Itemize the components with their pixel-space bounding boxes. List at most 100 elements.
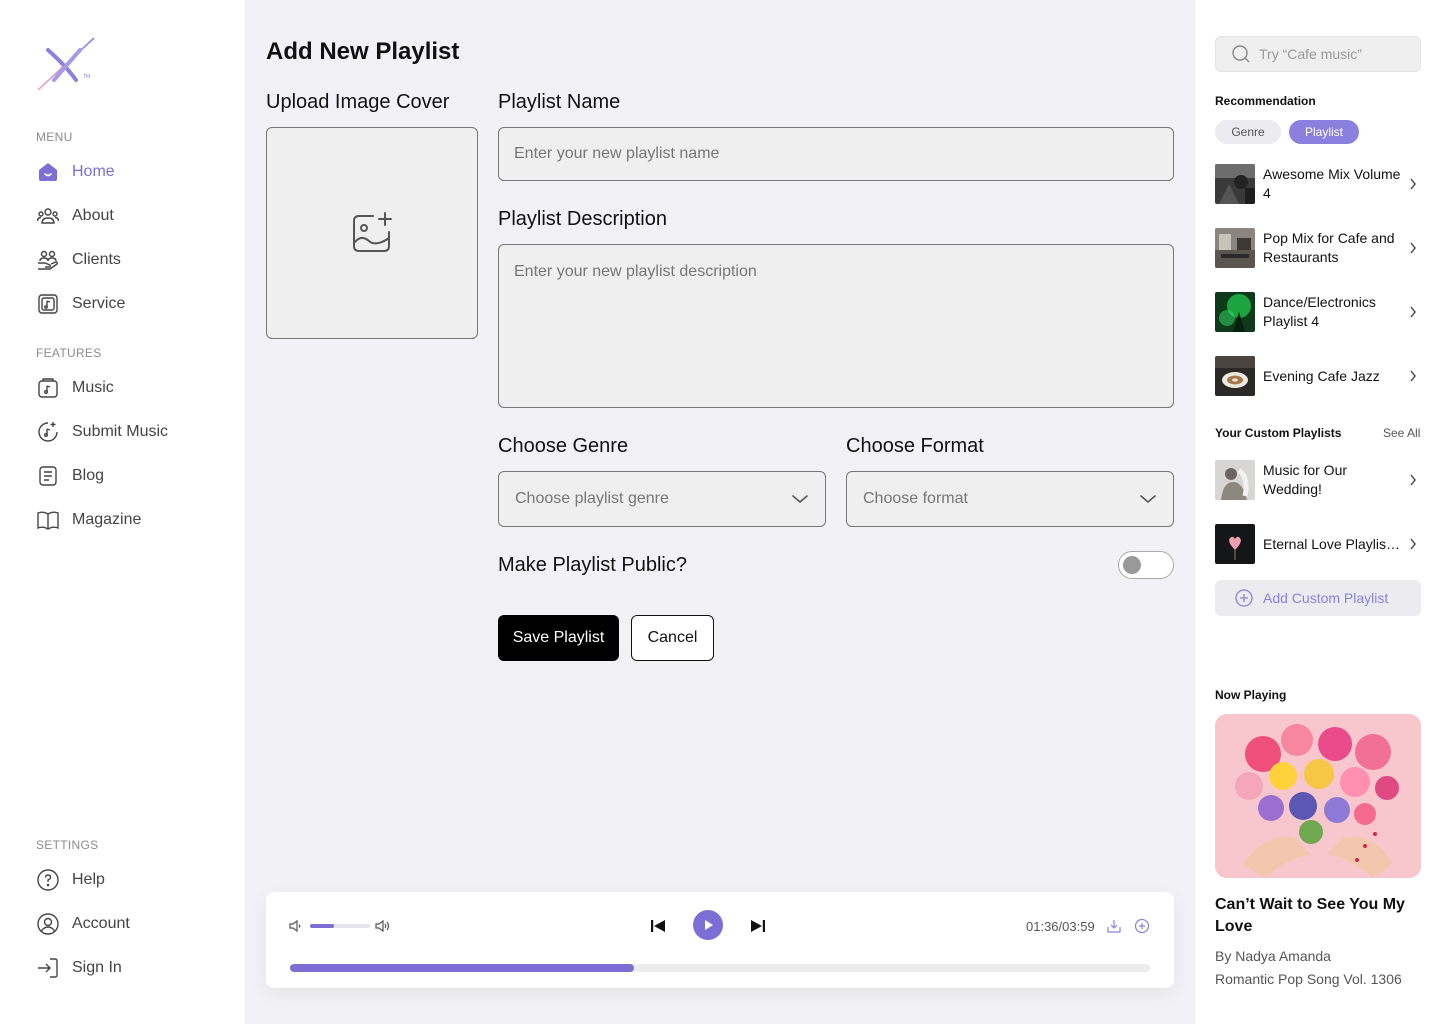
recommendation-title: Pop Mix for Cafe and Restaurants: [1263, 230, 1395, 265]
chevron-down-icon: [1140, 495, 1156, 504]
nav-item-account[interactable]: Account: [36, 912, 130, 936]
cancel-button[interactable]: Cancel: [631, 615, 714, 661]
now-playing-title: Can’t Wait to See You My Love: [1215, 896, 1405, 935]
toggle-knob: [1123, 556, 1141, 574]
nav-label: Service: [72, 295, 126, 312]
format-select[interactable]: Choose format: [846, 471, 1174, 527]
search-bar[interactable]: [1215, 36, 1421, 72]
add-custom-label: Add Custom Playlist: [1263, 590, 1389, 606]
help-icon: [37, 869, 59, 891]
add-custom-playlist-button[interactable]: Add Custom Playlist: [1215, 580, 1421, 616]
nav-item-music[interactable]: Music: [36, 376, 114, 400]
chevron-right-icon: [1410, 370, 1416, 382]
sidebar: TM MENU Home About Clients Service FEATU…: [0, 0, 246, 1024]
next-track-icon[interactable]: [750, 918, 766, 934]
nav-item-sign-in[interactable]: Sign In: [36, 956, 122, 980]
artist-name[interactable]: Nadya Amanda: [1235, 948, 1331, 964]
nav-label: Magazine: [72, 511, 142, 528]
recommendation-item[interactable]: Awesome Mix Volume 4: [1215, 164, 1421, 204]
chevron-right-icon: [1410, 474, 1416, 486]
blog-icon: [39, 466, 57, 486]
music-icon: [38, 378, 58, 398]
nav-item-about[interactable]: About: [36, 204, 114, 228]
playlist-name-input[interactable]: [498, 127, 1174, 181]
music-player: 01:36/03:59: [266, 892, 1174, 988]
nav-item-blog[interactable]: Blog: [36, 464, 104, 488]
see-all-link[interactable]: See All: [1383, 426, 1420, 440]
brand-logo[interactable]: TM: [36, 36, 100, 92]
artist-prefix: By: [1215, 948, 1236, 964]
playback-progress-bar[interactable]: [290, 964, 1150, 972]
right-panel: Recommendation Genre Playlist Awesome Mi…: [1194, 0, 1440, 1024]
recommendation-heading: Recommendation: [1215, 94, 1316, 108]
volume-down-icon[interactable]: [288, 918, 304, 934]
custom-playlist-item[interactable]: Eternal Love Playlist ‘Cause Our Love is…: [1215, 524, 1421, 564]
chevron-right-icon: [1410, 538, 1416, 550]
search-input[interactable]: [1259, 46, 1409, 62]
nav-label: Clients: [72, 251, 121, 268]
nav-label: Account: [72, 915, 130, 932]
play-button[interactable]: [693, 910, 723, 940]
playlist-name-label: Playlist Name: [498, 91, 621, 113]
now-playing-artwork: [1215, 714, 1421, 878]
features-section-label: FEATURES: [36, 346, 102, 360]
genre-select[interactable]: Choose playlist genre: [498, 471, 826, 527]
playlist-thumbnail: [1215, 524, 1255, 564]
playlist-thumbnail: [1215, 460, 1255, 500]
upload-label: Upload Image Cover: [266, 91, 450, 113]
playlist-description-input[interactable]: [498, 244, 1174, 408]
main-content: Add New Playlist Upload Image Cover Play…: [246, 0, 1194, 1024]
volume-slider[interactable]: [310, 924, 370, 928]
playlist-thumbnail: [1215, 164, 1255, 204]
playlist-thumbnail: [1215, 356, 1255, 396]
playback-time: 01:36/03:59: [1026, 919, 1095, 934]
nav-item-service[interactable]: Service: [36, 292, 125, 316]
previous-track-icon[interactable]: [650, 918, 666, 934]
playlist-description-label: Playlist Description: [498, 208, 667, 230]
recommendation-item[interactable]: Evening Cafe Jazz: [1215, 356, 1421, 396]
upload-image-dropzone[interactable]: [266, 127, 478, 339]
volume-level: [310, 924, 334, 928]
playback-progress-fill: [290, 964, 634, 972]
chevron-down-icon: [792, 495, 808, 504]
add-circle-icon[interactable]: [1134, 918, 1150, 934]
clients-icon: [38, 250, 59, 270]
plus-circle-icon: [1235, 589, 1253, 607]
nav-label: Submit Music: [72, 423, 169, 440]
nav-label: Music: [72, 379, 114, 396]
svg-text:TM: TM: [83, 74, 90, 80]
recommendation-item[interactable]: Pop Mix for Cafe and Restaurants: [1215, 228, 1421, 268]
nav-item-clients[interactable]: Clients: [36, 248, 121, 272]
custom-playlist-title: Eternal Love Playlist ‘Cause Our Love is…: [1263, 535, 1403, 552]
chip-playlist[interactable]: Playlist: [1289, 120, 1359, 144]
nav-item-submit-music[interactable]: Submit Music: [36, 420, 168, 444]
playlist-thumbnail: [1215, 228, 1255, 268]
genre-select-value: Choose playlist genre: [515, 490, 669, 507]
nav-item-magazine[interactable]: Magazine: [36, 508, 141, 532]
custom-playlists-heading: Your Custom Playlists: [1215, 426, 1342, 440]
custom-playlist-title: Music for Our Wedding!: [1263, 462, 1348, 497]
submit-music-icon: [38, 422, 58, 442]
nav-item-help[interactable]: Help: [36, 868, 105, 892]
download-icon[interactable]: [1106, 918, 1122, 934]
chip-genre[interactable]: Genre: [1215, 120, 1281, 144]
now-playing-album: Romantic Pop Song Vol. 1306: [1215, 971, 1402, 987]
nav-item-home[interactable]: Home: [36, 160, 115, 184]
make-public-toggle[interactable]: [1118, 551, 1174, 579]
make-public-label: Make Playlist Public?: [498, 554, 687, 576]
page-title: Add New Playlist: [266, 38, 460, 65]
service-icon: [38, 294, 58, 314]
nav-label: Blog: [72, 467, 105, 484]
home-icon: [39, 163, 57, 181]
nav-label: Home: [72, 163, 115, 180]
now-playing-artist: By Nadya Amanda: [1215, 948, 1331, 964]
recommendation-item[interactable]: Dance/Electronics Playlist 4: [1215, 292, 1421, 332]
book-icon: [37, 511, 59, 530]
add-image-icon: [353, 212, 392, 252]
recommendation-title: Awesome Mix Volume 4: [1263, 166, 1401, 201]
custom-playlist-item[interactable]: Music for Our Wedding!: [1215, 460, 1421, 500]
search-icon: [1232, 45, 1250, 63]
chevron-right-icon: [1410, 306, 1416, 318]
save-playlist-button[interactable]: Save Playlist: [498, 615, 619, 661]
volume-up-icon[interactable]: [374, 918, 392, 934]
